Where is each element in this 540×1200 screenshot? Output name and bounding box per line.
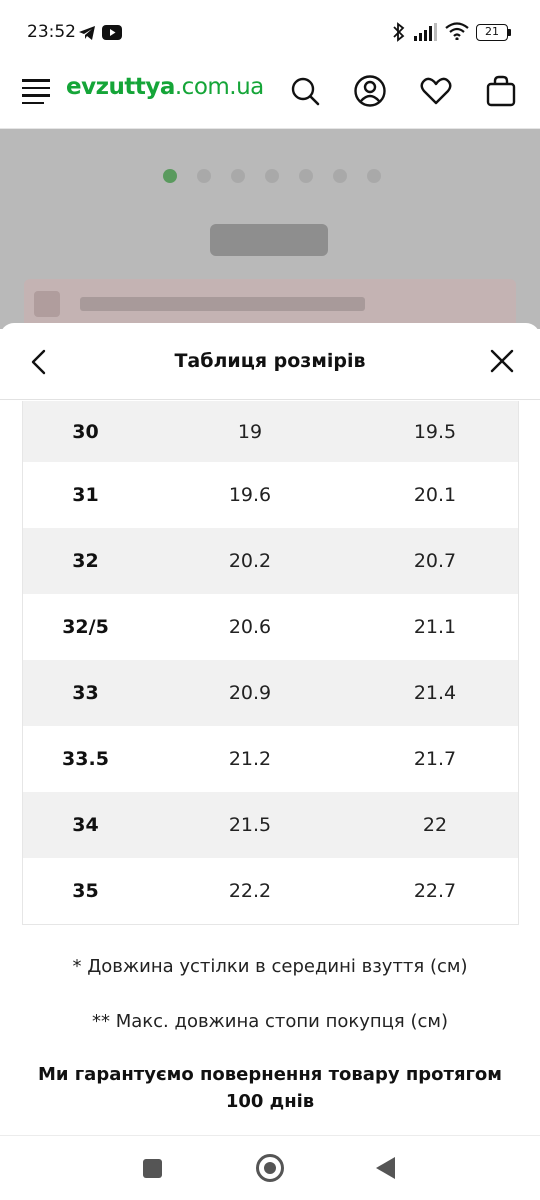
foot-cell: 19.5: [413, 420, 457, 443]
site-header: evzuttya.com.ua: [0, 64, 540, 129]
menu-icon[interactable]: [22, 79, 50, 105]
system-nav-bar: [0, 1135, 540, 1200]
signal-icon: [414, 23, 437, 41]
foot-cell: 20.7: [413, 550, 457, 572]
table-row: 30 19 19.5: [23, 401, 518, 462]
table-row: 32/5 20.6 21.1: [23, 594, 518, 660]
close-icon[interactable]: [488, 347, 516, 375]
bluetooth-icon: [393, 22, 405, 42]
foot-cell: 21.1: [413, 616, 457, 638]
status-bar: 23:52 21: [0, 0, 540, 64]
size-cell: 32/5: [62, 616, 109, 638]
size-cell: 33.5: [62, 748, 109, 770]
logo-brand: evzuttya: [66, 74, 175, 100]
size-cell: 32: [72, 550, 99, 572]
telegram-icon: [79, 26, 95, 40]
foot-cell: 22.7: [413, 880, 457, 902]
insole-cell: 21.2: [228, 748, 272, 770]
account-icon[interactable]: [353, 74, 387, 108]
background-banner-text: [80, 297, 365, 311]
insole-note: * Довжина устілки в середині взуття (см): [72, 956, 468, 977]
table-row: 33 20.9 21.4: [23, 660, 518, 726]
site-logo[interactable]: evzuttya.com.ua: [66, 74, 264, 100]
foot-cell: 22: [422, 814, 448, 836]
status-time: 23:52: [27, 22, 76, 42]
table-row: 35 22.2 22.7: [23, 858, 518, 924]
bag-icon[interactable]: [484, 74, 518, 108]
insole-cell: 21.5: [228, 814, 272, 836]
insole-cell: 19.6: [228, 484, 272, 506]
sheet-header: Таблиця розмірів: [0, 323, 540, 400]
insole-cell: 19: [237, 420, 263, 443]
background-pill: [210, 224, 328, 256]
foot-cell: 20.1: [413, 484, 457, 506]
home-button[interactable]: [256, 1154, 284, 1182]
size-cell: 33: [72, 682, 99, 704]
background-banner-icon: [34, 291, 60, 317]
foot-cell: 21.7: [413, 748, 457, 770]
insole-cell: 20.9: [228, 682, 272, 704]
page-overlay: [0, 129, 540, 329]
size-chart-sheet: Таблиця розмірів 30 19 19.5 31 19.6 20.1…: [0, 323, 540, 1135]
table-row: 31 19.6 20.1: [23, 462, 518, 528]
table-row: 33.5 21.2 21.7: [23, 726, 518, 792]
battery-level: 21: [485, 25, 499, 38]
youtube-icon: [102, 25, 122, 40]
size-table: 30 19 19.5 31 19.6 20.1 32 20.2 20.7 32/…: [22, 401, 519, 925]
return-guarantee: Ми гарантуємо повернення товару протягом…: [37, 1064, 502, 1112]
sheet-title: Таблиця розмірів: [174, 350, 366, 372]
heart-icon[interactable]: [419, 74, 453, 108]
insole-cell: 20.6: [228, 616, 272, 638]
wifi-icon: [445, 22, 469, 40]
battery-icon: 21: [476, 24, 508, 41]
search-icon[interactable]: [288, 74, 322, 108]
carousel-dots: [163, 169, 381, 183]
logo-domain: .com.ua: [174, 74, 264, 100]
size-cell: 35: [72, 880, 99, 902]
system-back-button[interactable]: [376, 1157, 395, 1179]
table-row: 34 21.5 22: [23, 792, 518, 858]
table-row: 32 20.2 20.7: [23, 528, 518, 594]
foot-note: ** Макс. довжина стопи покупця (см): [92, 1011, 448, 1032]
insole-cell: 22.2: [228, 880, 272, 902]
size-cell: 31: [72, 484, 99, 506]
insole-cell: 20.2: [228, 550, 272, 572]
recents-button[interactable]: [143, 1159, 162, 1178]
size-cell: 30: [72, 420, 99, 443]
foot-cell: 21.4: [413, 682, 457, 704]
size-cell: 34: [72, 814, 99, 836]
